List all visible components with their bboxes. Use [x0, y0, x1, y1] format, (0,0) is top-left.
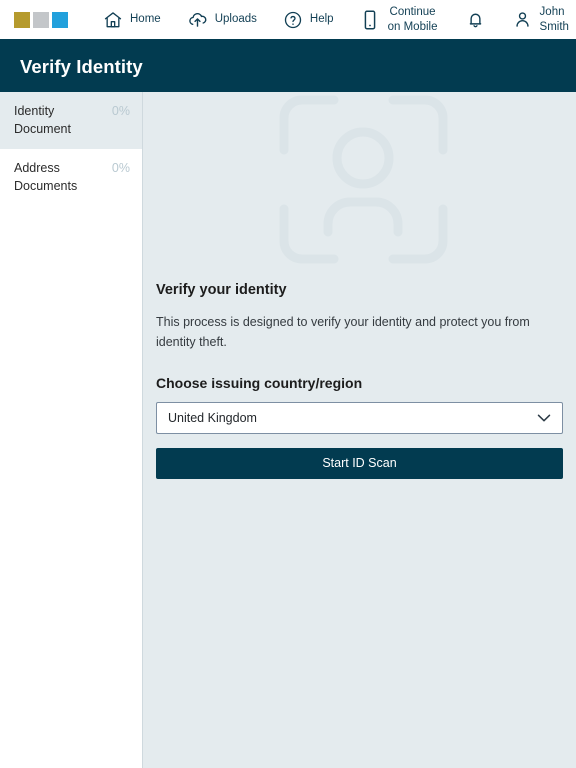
- sidebar-item-progress: 0%: [111, 104, 130, 118]
- sidebar-item-progress: 0%: [111, 161, 130, 176]
- sidebar-item-label: Identity Document: [14, 104, 71, 137]
- logo-square-gray: [33, 11, 49, 28]
- main-content: Verify your identity This process is des…: [143, 92, 576, 768]
- sidebar-item-identity-document[interactable]: Identity Document 0%: [0, 92, 142, 150]
- top-navigation-bar: Home Uploads Help Continue on Mobile Joh…: [0, 0, 576, 42]
- start-id-scan-button[interactable]: Start ID Scan: [156, 447, 563, 479]
- chevron-down-icon: [537, 413, 551, 422]
- logo-square-blue: [52, 11, 68, 28]
- country-select-value: United Kingdom: [168, 410, 257, 425]
- verify-identity-page: Home Uploads Help Continue on Mobile Joh…: [0, 0, 576, 768]
- nav-right-group: John Smith: [452, 0, 576, 39]
- nav-uploads[interactable]: Uploads: [174, 0, 270, 39]
- nav-links: Home Uploads Help Continue on Mobile: [90, 0, 452, 39]
- nav-help-label: Help: [309, 13, 334, 26]
- verify-identity-form: Verify your identity This process is des…: [156, 282, 563, 479]
- nav-help[interactable]: Help: [270, 0, 347, 39]
- nav-uploads-label: Uploads: [214, 13, 257, 26]
- page-title-bar: Verify Identity: [0, 42, 576, 92]
- face-scan-watermark-icon: [276, 92, 451, 267]
- sidebar-item-label: Address Documents: [14, 161, 78, 194]
- sidebar: Identity Document 0% Address Documents 0…: [0, 92, 143, 768]
- section-description: This process is designed to verify your …: [156, 315, 530, 350]
- country-field-label: Choose issuing country/region: [156, 374, 363, 391]
- cloud-upload-icon: [187, 9, 208, 30]
- nav-continue-on-mobile[interactable]: Continue on Mobile: [347, 0, 452, 39]
- nav-notifications[interactable]: [452, 0, 499, 39]
- sidebar-item-address-documents[interactable]: Address Documents 0%: [0, 149, 142, 207]
- nav-user-menu[interactable]: John Smith: [499, 0, 576, 39]
- mobile-phone-icon: [360, 9, 380, 31]
- bell-icon: [465, 9, 486, 30]
- page-body: Identity Document 0% Address Documents 0…: [0, 92, 576, 768]
- section-heading: Verify your identity: [156, 282, 287, 298]
- country-select[interactable]: United Kingdom: [156, 401, 563, 434]
- question-circle-icon: [283, 10, 303, 30]
- nav-user-name: John Smith: [539, 6, 569, 33]
- person-icon: [512, 9, 533, 30]
- nav-home[interactable]: Home: [90, 0, 174, 39]
- brand-logo[interactable]: [14, 11, 68, 28]
- page-title: Verify Identity: [20, 56, 143, 77]
- nav-home-label: Home: [130, 13, 161, 26]
- home-icon: [103, 10, 123, 30]
- nav-continue-on-mobile-label: Continue on Mobile: [387, 6, 438, 33]
- logo-square-gold: [14, 11, 30, 28]
